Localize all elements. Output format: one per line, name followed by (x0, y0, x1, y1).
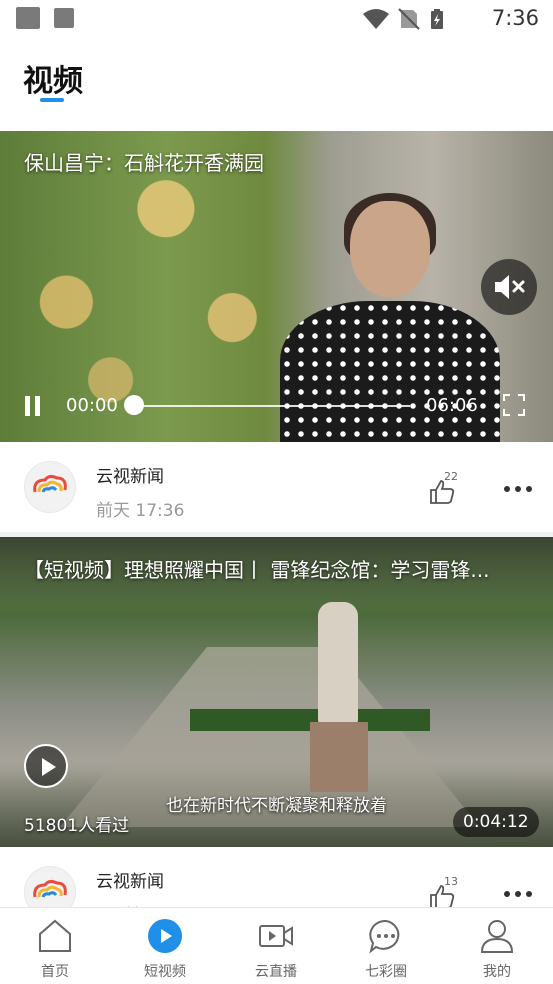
play-button[interactable] (24, 744, 68, 788)
tab-profile[interactable]: 我的 (442, 908, 552, 984)
tab-label: 我的 (483, 964, 511, 980)
cloud-logo-icon (33, 474, 67, 493)
live-camera-icon (259, 925, 293, 947)
tab-label: 云直播 (255, 964, 297, 980)
tab-label: 首页 (41, 964, 69, 980)
play-circle-icon (148, 919, 182, 953)
current-time: 00:00 (66, 395, 118, 416)
home-icon (39, 919, 71, 952)
tab-label: 七彩圈 (365, 964, 407, 980)
like-count: 22 (444, 470, 458, 483)
publish-time: 前天 17:36 (96, 501, 185, 521)
duration-badge: 0:04:12 (453, 807, 539, 837)
clock: 7:36 (491, 6, 539, 30)
status-bar: 7:36 (0, 0, 553, 38)
like-count: 13 (444, 875, 458, 888)
video-meta: 云视新闻 前天 17:36 22 (0, 442, 553, 534)
video-card[interactable]: 【短视频】理想照耀中国丨 雷锋纪念馆：学习雷锋... 也在新时代不断凝聚和释放着… (0, 537, 553, 847)
status-icons (363, 8, 443, 30)
video-title: 【短视频】理想照耀中国丨 雷锋纪念馆：学习雷锋... (24, 558, 490, 582)
wifi-icon (363, 9, 389, 29)
progress-track[interactable] (134, 405, 410, 407)
cloud-logo-icon (33, 879, 67, 898)
video-frame-statue (318, 602, 358, 724)
source-name[interactable]: 云视新闻 (96, 867, 164, 892)
more-options-button[interactable] (504, 891, 532, 897)
tab-community[interactable]: 七彩圈 (331, 908, 441, 984)
mute-button[interactable] (481, 259, 537, 315)
progress-knob[interactable] (124, 395, 144, 415)
title-underline (40, 98, 64, 102)
tab-label: 短视频 (144, 964, 186, 980)
video-player[interactable]: 保山昌宁：石斛花开香满园 00:00 06:06 (0, 131, 553, 442)
no-sim-icon (398, 8, 420, 30)
volume-muted-icon (495, 275, 525, 299)
source-name[interactable]: 云视新闻 (96, 462, 164, 487)
video-title: 保山昌宁：石斛花开香满园 (24, 151, 264, 175)
view-count: 51801人看过 (24, 816, 130, 836)
bottom-tab-bar: 首页 短视频 云直播 七彩圈 我的 (0, 907, 553, 984)
person-icon (480, 920, 514, 953)
duration-time: 06:06 (426, 395, 478, 416)
more-options-button[interactable] (504, 486, 532, 492)
battery-charging-icon (431, 9, 443, 29)
source-avatar[interactable] (24, 461, 76, 513)
notification-square-icon (54, 8, 74, 28)
chat-bubble-icon (369, 919, 400, 954)
fullscreen-icon[interactable] (503, 394, 525, 416)
player-controls: 00:00 06:06 (0, 386, 553, 426)
notification-square-icon (16, 7, 40, 29)
page-title: 视频 (23, 64, 83, 99)
pause-icon[interactable] (24, 396, 42, 416)
tab-live[interactable]: 云直播 (221, 908, 331, 984)
tab-short-video[interactable]: 短视频 (110, 908, 220, 984)
tab-home[interactable]: 首页 (0, 908, 110, 984)
